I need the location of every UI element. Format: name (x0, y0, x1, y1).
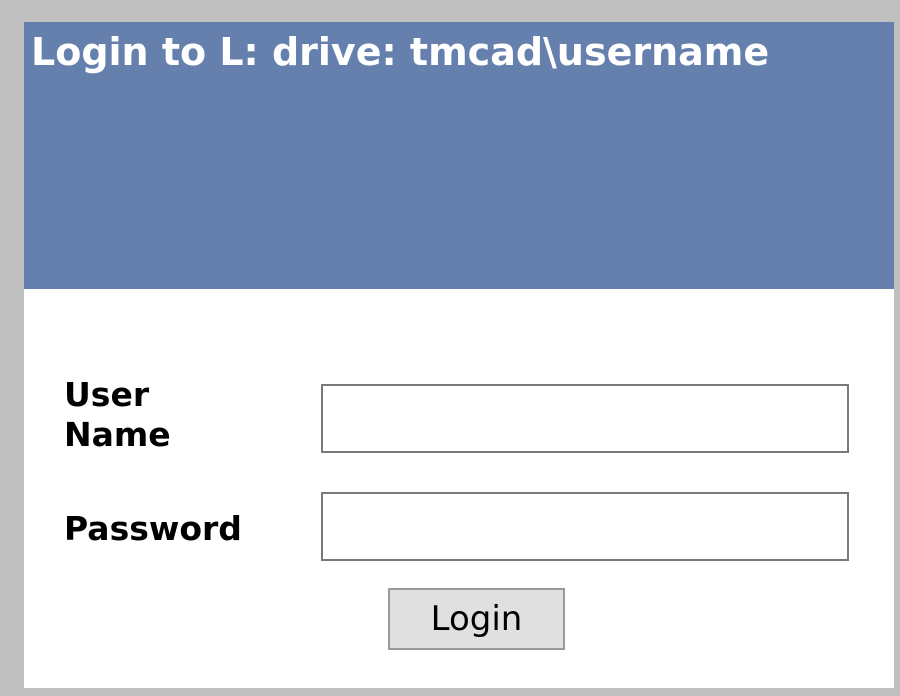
page-frame: Login to L: drive: tmcad\username User N… (0, 0, 900, 696)
login-header: Login to L: drive: tmcad\username (24, 22, 894, 289)
page-title: Login to L: drive: tmcad\username (31, 30, 770, 74)
username-label: User Name (64, 375, 171, 454)
password-label: Password (64, 509, 242, 548)
username-input[interactable] (321, 384, 849, 453)
login-panel: Login to L: drive: tmcad\username User N… (24, 22, 894, 688)
password-input[interactable] (321, 492, 849, 561)
login-button[interactable]: Login (388, 588, 565, 650)
